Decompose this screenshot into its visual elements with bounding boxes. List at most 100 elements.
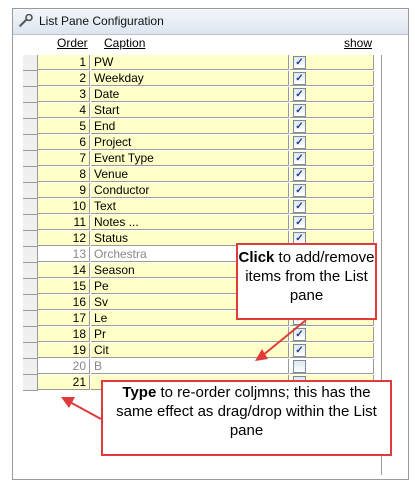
show-cell: ✓	[290, 135, 374, 150]
window-title: List Pane Configuration	[39, 14, 164, 28]
show-checkbox[interactable]: ✓	[293, 120, 306, 133]
check-icon: ✓	[295, 57, 304, 68]
caption-cell: Weekday	[91, 71, 289, 86]
show-checkbox[interactable]: ✓	[293, 344, 306, 357]
order-cell[interactable]: 5	[38, 119, 90, 134]
order-cell[interactable]: 6	[38, 135, 90, 150]
click-callout-bold: Click	[238, 249, 275, 266]
row-header[interactable]	[23, 151, 38, 167]
show-cell: ✓	[290, 327, 374, 342]
order-column-header[interactable]: Order	[57, 36, 88, 50]
check-icon: ✓	[295, 153, 304, 164]
order-cell[interactable]: 21	[38, 375, 90, 390]
show-checkbox[interactable]: ✓	[293, 136, 306, 149]
table-row[interactable]: 9 Conductor ✓	[13, 183, 408, 199]
caption-cell: Pr	[91, 327, 289, 342]
order-cell[interactable]: 1	[38, 55, 90, 70]
type-callout-text: to re-order coljmns; this has the same e…	[116, 384, 377, 439]
show-cell	[290, 359, 374, 374]
table-row[interactable]: 20 B	[13, 359, 408, 375]
row-header[interactable]	[23, 311, 38, 327]
table-row[interactable]: 3 Date ✓	[13, 87, 408, 103]
order-cell[interactable]: 11	[38, 215, 90, 230]
order-cell[interactable]: 13	[38, 247, 90, 262]
table-row[interactable]: 1 PW ✓	[13, 55, 408, 71]
click-callout: Click to add/remove items from the List …	[236, 243, 377, 320]
caption-column-header[interactable]: Caption	[104, 36, 145, 50]
show-checkbox[interactable]: ✓	[293, 152, 306, 165]
show-cell: ✓	[290, 151, 374, 166]
order-cell[interactable]: 10	[38, 199, 90, 214]
order-cell[interactable]: 14	[38, 263, 90, 278]
row-header[interactable]	[23, 327, 38, 343]
row-header[interactable]	[23, 103, 38, 119]
show-checkbox[interactable]: ✓	[293, 104, 306, 117]
show-checkbox[interactable]: ✓	[293, 88, 306, 101]
order-cell[interactable]: 4	[38, 103, 90, 118]
row-header[interactable]	[23, 119, 38, 135]
row-header[interactable]	[23, 247, 38, 263]
row-header[interactable]	[23, 375, 38, 391]
table-row[interactable]: 2 Weekday ✓	[13, 71, 408, 87]
table-row[interactable]: 6 Project ✓	[13, 135, 408, 151]
order-cell[interactable]: 17	[38, 311, 90, 326]
show-checkbox[interactable]: ✓	[293, 168, 306, 181]
caption-cell: Notes ...	[91, 215, 289, 230]
check-icon: ✓	[295, 169, 304, 180]
row-header[interactable]	[23, 343, 38, 359]
caption-cell: Text	[91, 199, 289, 214]
order-cell[interactable]: 9	[38, 183, 90, 198]
order-cell[interactable]: 2	[38, 71, 90, 86]
show-cell: ✓	[290, 103, 374, 118]
row-header[interactable]	[23, 215, 38, 231]
table-row[interactable]: 5 End ✓	[13, 119, 408, 135]
row-header[interactable]	[23, 87, 38, 103]
show-checkbox[interactable]	[293, 360, 306, 373]
order-cell[interactable]: 18	[38, 327, 90, 342]
show-checkbox[interactable]: ✓	[293, 72, 306, 85]
show-cell: ✓	[290, 55, 374, 70]
wrench-icon	[18, 14, 33, 28]
show-checkbox[interactable]: ✓	[293, 216, 306, 229]
order-cell[interactable]: 3	[38, 87, 90, 102]
caption-cell: Start	[91, 103, 289, 118]
order-cell[interactable]: 20	[38, 359, 90, 374]
order-cell[interactable]: 15	[38, 279, 90, 294]
row-header[interactable]	[23, 359, 38, 375]
show-checkbox[interactable]: ✓	[293, 56, 306, 69]
check-icon: ✓	[295, 73, 304, 84]
order-cell[interactable]: 16	[38, 295, 90, 310]
row-header[interactable]	[23, 295, 38, 311]
table-row[interactable]: 4 Start ✓	[13, 103, 408, 119]
check-icon: ✓	[295, 121, 304, 132]
show-checkbox[interactable]: ✓	[293, 200, 306, 213]
row-header[interactable]	[23, 279, 38, 295]
table-row[interactable]: 18 Pr ✓	[13, 327, 408, 343]
table-row[interactable]: 8 Venue ✓	[13, 167, 408, 183]
row-header[interactable]	[23, 55, 38, 71]
row-header[interactable]	[23, 167, 38, 183]
show-checkbox[interactable]: ✓	[293, 328, 306, 341]
caption-cell: Venue	[91, 167, 289, 182]
row-header[interactable]	[23, 135, 38, 151]
caption-cell: Cit	[91, 343, 289, 358]
row-header[interactable]	[23, 183, 38, 199]
row-header[interactable]	[23, 231, 38, 247]
row-header[interactable]	[23, 199, 38, 215]
table-row[interactable]: 11 Notes ... ✓	[13, 215, 408, 231]
caption-cell: End	[91, 119, 289, 134]
table-row[interactable]: 19 Cit ✓	[13, 343, 408, 359]
check-icon: ✓	[295, 105, 304, 116]
order-cell[interactable]: 19	[38, 343, 90, 358]
order-cell[interactable]: 12	[38, 231, 90, 246]
caption-cell: Date	[91, 87, 289, 102]
order-cell[interactable]: 7	[38, 151, 90, 166]
show-column-header[interactable]: show	[344, 36, 372, 50]
row-header[interactable]	[23, 263, 38, 279]
table-row[interactable]: 7 Event Type ✓	[13, 151, 408, 167]
row-header[interactable]	[23, 71, 38, 87]
show-checkbox[interactable]: ✓	[293, 184, 306, 197]
title-bar: List Pane Configuration	[13, 9, 408, 35]
order-cell[interactable]: 8	[38, 167, 90, 182]
table-row[interactable]: 10 Text ✓	[13, 199, 408, 215]
